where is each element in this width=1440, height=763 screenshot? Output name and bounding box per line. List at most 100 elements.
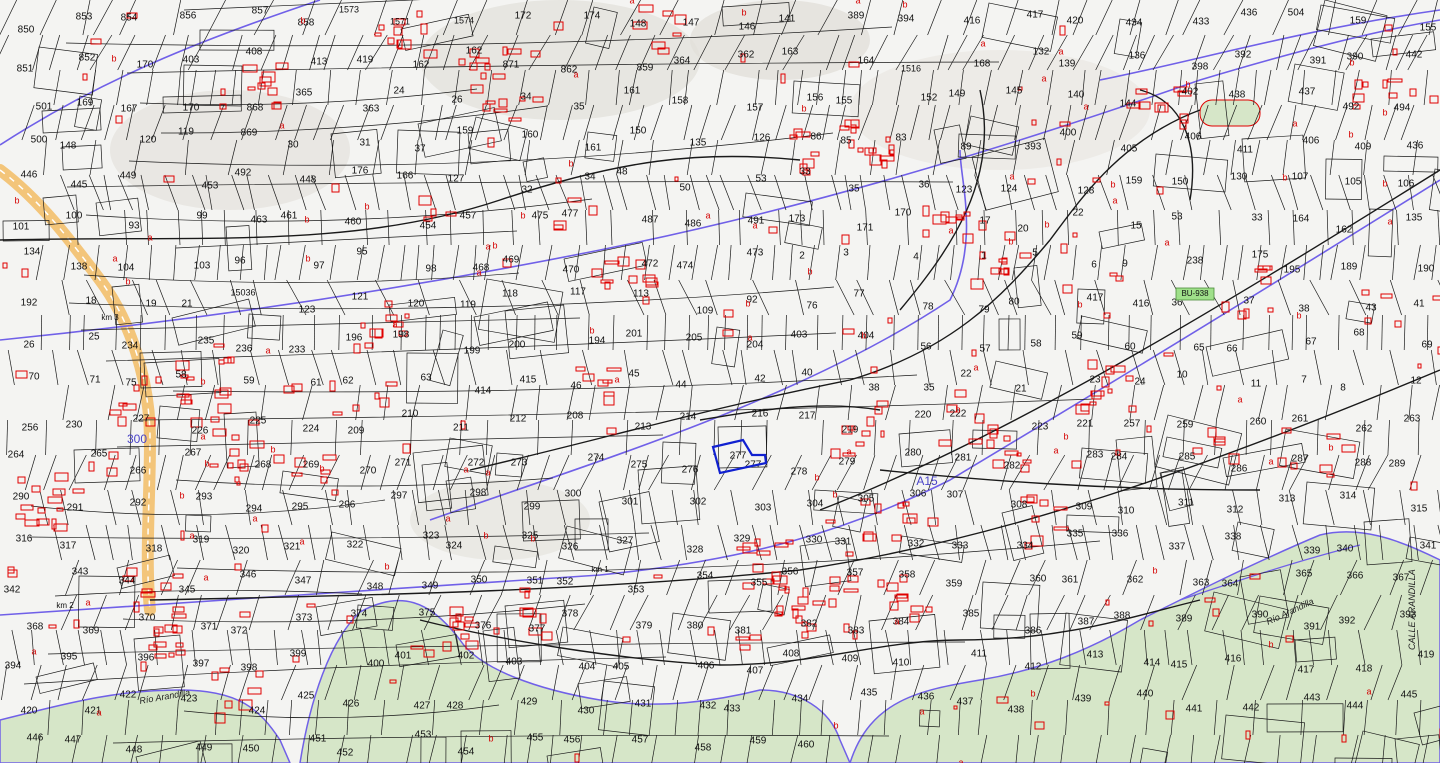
parcel-label: 427 xyxy=(414,701,431,712)
parcel-label: 500 xyxy=(31,135,48,146)
parcel-label: 446 xyxy=(27,733,44,744)
parcel-label: 851 xyxy=(17,64,34,75)
parcel-label: 288 xyxy=(1355,458,1372,469)
parcel-label: 155 xyxy=(1420,23,1437,34)
parcel-label: 225 xyxy=(250,416,267,427)
parcel-label: 78 xyxy=(922,302,934,313)
parcel-label: 338 xyxy=(1225,532,1242,543)
parcel-label: 98 xyxy=(425,264,437,275)
parcel-label: 487 xyxy=(642,215,659,226)
parcel-label: 473 xyxy=(747,248,764,259)
parcel-label: 217 xyxy=(799,411,816,422)
map-canvas[interactable]: 850853 854 856 85785815731571 1574 172 174148 1… xyxy=(0,0,1440,763)
parcel-label: 172 xyxy=(515,11,532,22)
subparcel-label: b xyxy=(1349,57,1354,67)
parcel-label: 408 xyxy=(246,47,263,58)
parcel-label: 305 xyxy=(858,494,875,505)
parcel-label: 308 xyxy=(1011,500,1028,511)
parcel-label: 160 xyxy=(522,130,539,141)
subparcel-label: b xyxy=(1382,178,1387,188)
parcel-label: 171 xyxy=(857,223,874,234)
parcel-label: 453 xyxy=(415,730,432,741)
subparcel-label: b xyxy=(488,733,493,743)
parcel-label: 35 xyxy=(923,383,935,394)
parcel-label: 273 xyxy=(511,458,528,469)
parcel-label: 276 xyxy=(682,465,699,476)
subparcel-label: b xyxy=(568,158,573,168)
parcel-label: 365 xyxy=(296,88,313,99)
parcel-label: 406 xyxy=(1185,132,1202,143)
parcel-label: 341 xyxy=(1420,541,1437,552)
parcel-label: 162 xyxy=(413,60,430,71)
parcel-label: 57 xyxy=(979,344,991,355)
parcel-label: 60 xyxy=(1124,342,1136,353)
parcel-label: 176 xyxy=(352,166,369,177)
parcel-label: 859 xyxy=(637,63,654,74)
parcel-label: 456 xyxy=(564,735,581,746)
parcel-label: 857 xyxy=(252,6,269,17)
parcel-label: 454 xyxy=(458,747,475,758)
parcel-label: 167 xyxy=(121,104,138,115)
parcel-label: 416 xyxy=(964,16,981,27)
parcel-label: 189 xyxy=(1341,262,1358,273)
parcel-label: 443 xyxy=(1304,693,1321,704)
parcel-label: 268 xyxy=(255,460,272,471)
parcel-label: 362 xyxy=(738,50,755,61)
parcel-label: 12 xyxy=(1410,376,1422,387)
parcel-label: 354 xyxy=(697,571,714,582)
parcel-label: 328 xyxy=(687,545,704,556)
parcel-label: 1516 xyxy=(901,63,921,73)
parcel-label: 38 xyxy=(868,383,880,394)
parcel-label: 42 xyxy=(754,374,766,385)
parcel-label: 391 xyxy=(1304,622,1321,633)
parcel-label: 436 xyxy=(1407,141,1424,152)
subparcel-label: b xyxy=(1382,107,1387,117)
parcel-label: 121 xyxy=(352,292,369,303)
parcel-label: 345 xyxy=(179,585,196,596)
parcel-label: 265 xyxy=(91,449,108,460)
parcel-label: 67 xyxy=(1305,337,1317,348)
parcel-label: 424 xyxy=(249,706,266,717)
parcel-label: 6 xyxy=(1091,260,1097,271)
parcel-label: 455 xyxy=(527,733,544,744)
parcel-label: 347 xyxy=(295,576,312,587)
parcel-label: 287 xyxy=(1292,454,1309,465)
parcel-label: 105 xyxy=(1345,177,1362,188)
parcel-label: 350 xyxy=(471,575,488,586)
parcel-label: 30 xyxy=(287,140,299,151)
subparcel-label: b xyxy=(1077,299,1082,309)
parcel-label: 274 xyxy=(588,453,605,464)
parcel-label: 416 xyxy=(1133,299,1150,310)
parcel-label: 312 xyxy=(1227,505,1244,516)
parcel-label: 291 xyxy=(67,503,84,514)
subparcel-label: a xyxy=(573,69,578,79)
parcel-label: 162 xyxy=(466,46,483,57)
parcel-label: 348 xyxy=(367,582,384,593)
parcel-label: 447 xyxy=(65,735,82,746)
parcel-label: 170 xyxy=(895,208,912,219)
parcel-label: 161 xyxy=(624,86,641,97)
parcel-label: 120 xyxy=(140,135,157,146)
parcel-label: 220 xyxy=(915,410,932,421)
subparcel-label: a xyxy=(1268,456,1273,466)
parcel-label: 53 xyxy=(1171,212,1183,223)
subparcel-label: b xyxy=(814,472,819,482)
parcel-label: 440 xyxy=(1137,689,1154,700)
parcel-label: 332 xyxy=(908,539,925,550)
parcel-label: 388 xyxy=(1114,611,1131,622)
parcel-label: 34 xyxy=(520,92,532,103)
parcel-label: 420 xyxy=(21,706,38,717)
parcel-label: 375 xyxy=(419,608,436,619)
parcel-label: 303 xyxy=(755,503,772,514)
parcel-label: 370 xyxy=(139,613,156,624)
subparcel-label: a xyxy=(705,210,710,220)
subparcel-label: a xyxy=(31,646,36,656)
parcel-label: 403 xyxy=(183,55,200,66)
parcel-label: 174 xyxy=(584,11,601,22)
cadastral-map[interactable]: 850 853 854 856 857 858 1573 1571 1574 172 174 148 1… xyxy=(0,0,1440,763)
parcel-label: 342 xyxy=(4,585,21,596)
parcel-label: 428 xyxy=(447,701,464,712)
parcel-label: 223 xyxy=(1032,422,1049,433)
subparcel-label: b xyxy=(319,463,324,473)
parcel-label: 97 xyxy=(313,261,325,272)
